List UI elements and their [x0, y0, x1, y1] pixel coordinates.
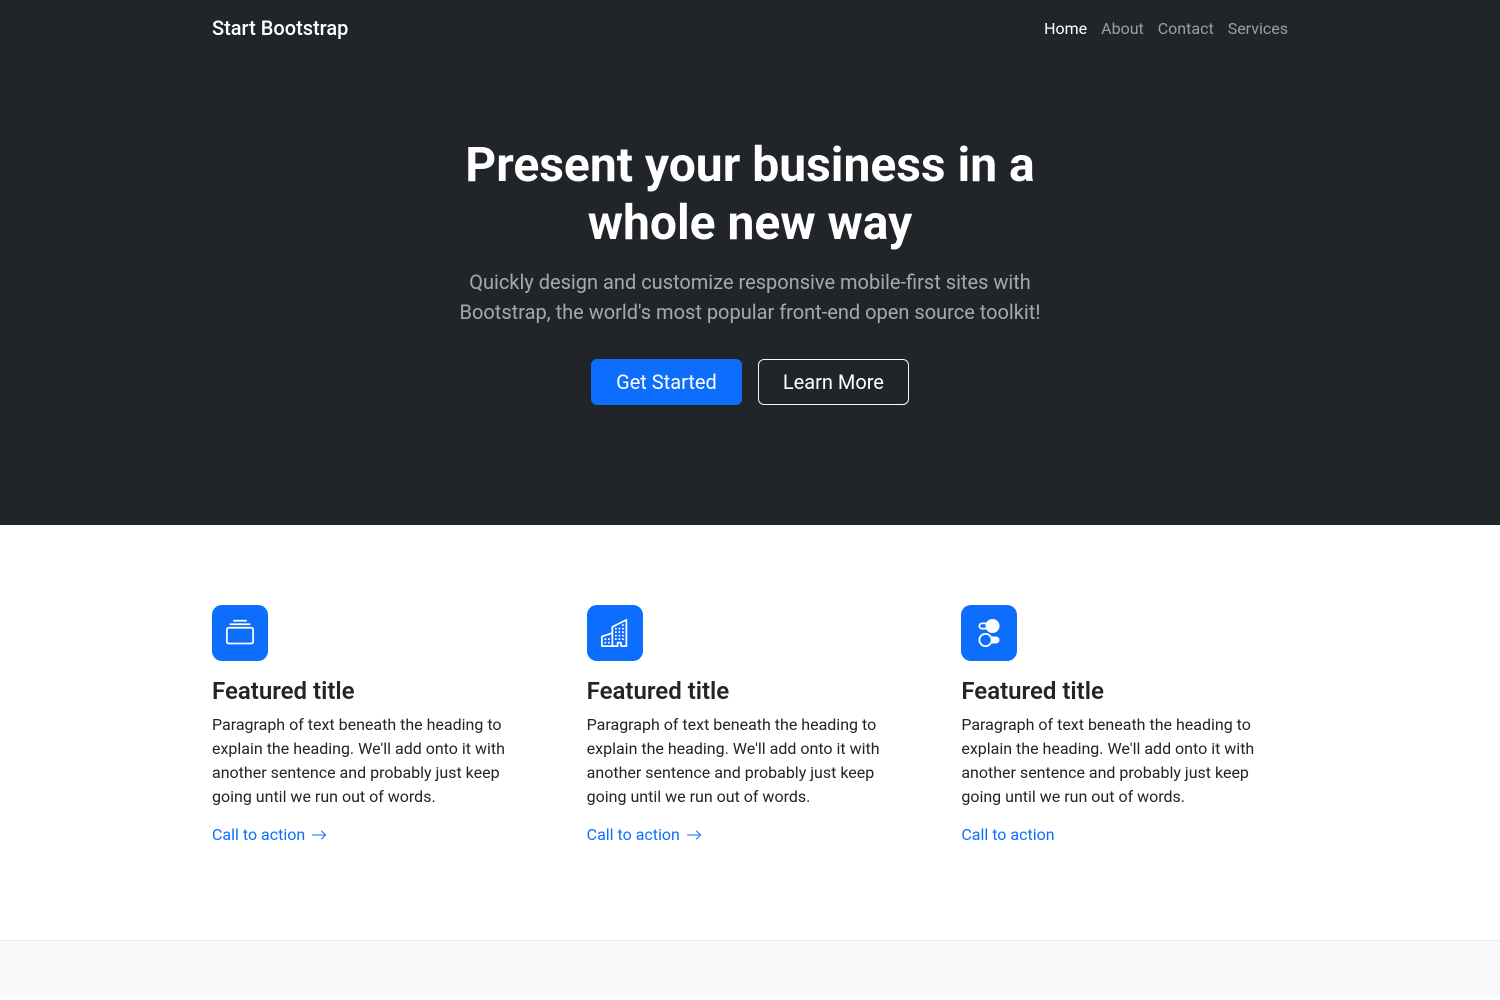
arrow-right-icon: [686, 827, 702, 843]
hero-title: Present your business in a whole new way: [400, 136, 1100, 251]
hero-lead: Quickly design and customize responsive …: [440, 267, 1060, 327]
building-icon: [587, 605, 643, 661]
feature-cta-label: Call to action: [212, 825, 305, 844]
hero-section: Start Bootstrap Home About Contact Servi…: [0, 0, 1500, 525]
nav-links: Home About Contact Services: [1044, 19, 1288, 38]
toggles-icon: [961, 605, 1017, 661]
hero-body: Present your business in a whole new way…: [212, 56, 1288, 525]
feature-text: Paragraph of text beneath the heading to…: [961, 713, 1288, 809]
feature-card: Featured title Paragraph of text beneath…: [961, 605, 1288, 844]
feature-title: Featured title: [587, 677, 914, 705]
feature-cta-label: Call to action: [587, 825, 680, 844]
hero-buttons: Get Started Learn More: [212, 359, 1288, 405]
feature-cta-link[interactable]: Call to action: [587, 825, 702, 844]
navbar: Start Bootstrap Home About Contact Servi…: [212, 0, 1288, 56]
feature-cta-link[interactable]: Call to action: [961, 825, 1054, 844]
get-started-button[interactable]: Get Started: [591, 359, 742, 405]
nav-about[interactable]: About: [1101, 19, 1144, 38]
learn-more-button[interactable]: Learn More: [758, 359, 909, 405]
features-section: Featured title Paragraph of text beneath…: [0, 525, 1500, 940]
feature-title: Featured title: [961, 677, 1288, 705]
feature-title: Featured title: [212, 677, 539, 705]
feature-text: Paragraph of text beneath the heading to…: [587, 713, 914, 809]
feature-cta-link[interactable]: Call to action: [212, 825, 327, 844]
nav-services[interactable]: Services: [1228, 19, 1288, 38]
feature-card: Featured title Paragraph of text beneath…: [587, 605, 914, 844]
feature-card: Featured title Paragraph of text beneath…: [212, 605, 539, 844]
nav-home[interactable]: Home: [1044, 19, 1087, 38]
nav-contact[interactable]: Contact: [1158, 19, 1214, 38]
arrow-right-icon: [311, 827, 327, 843]
feature-text: Paragraph of text beneath the heading to…: [212, 713, 539, 809]
feature-cta-label: Call to action: [961, 825, 1054, 844]
footer: [0, 940, 1500, 996]
collection-icon: [212, 605, 268, 661]
brand-link[interactable]: Start Bootstrap: [212, 16, 348, 40]
